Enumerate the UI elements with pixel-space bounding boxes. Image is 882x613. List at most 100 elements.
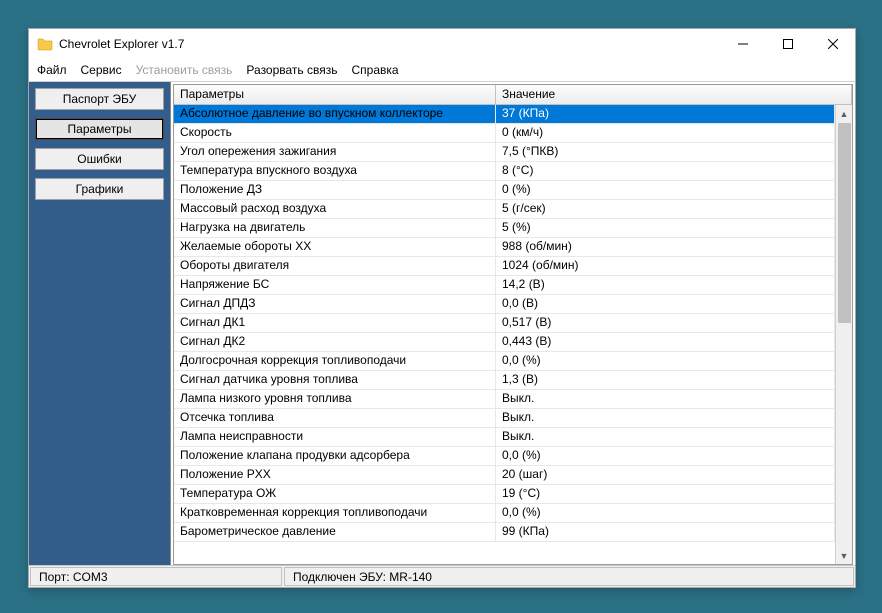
grid-header: Параметры Значение bbox=[174, 85, 852, 105]
cell-value: 7,5 (°ПКВ) bbox=[496, 143, 835, 161]
cell-param: Температура ОЖ bbox=[174, 485, 496, 503]
cell-value: 0,443 (В) bbox=[496, 333, 835, 351]
table-row[interactable]: Сигнал ДК20,443 (В) bbox=[174, 333, 835, 352]
table-row[interactable]: Сигнал ДК10,517 (В) bbox=[174, 314, 835, 333]
cell-param: Кратковременная коррекция топливоподачи bbox=[174, 504, 496, 522]
cell-value: 0,0 (%) bbox=[496, 504, 835, 522]
cell-value: 14,2 (В) bbox=[496, 276, 835, 294]
cell-param: Обороты двигателя bbox=[174, 257, 496, 275]
table-row[interactable]: Сигнал ДПДЗ0,0 (В) bbox=[174, 295, 835, 314]
cell-param: Желаемые обороты XX bbox=[174, 238, 496, 256]
cell-param: Положение ДЗ bbox=[174, 181, 496, 199]
cell-param: Сигнал ДПДЗ bbox=[174, 295, 496, 313]
cell-param: Барометрическое давление bbox=[174, 523, 496, 541]
cell-value: 99 (КПа) bbox=[496, 523, 835, 541]
menu-connect[interactable]: Установить связь bbox=[136, 63, 233, 77]
cell-value: Выкл. bbox=[496, 390, 835, 408]
cell-param: Долгосрочная коррекция топливоподачи bbox=[174, 352, 496, 370]
sidebar-charts-button[interactable]: Графики bbox=[35, 178, 164, 200]
table-row[interactable]: Лампа низкого уровня топливаВыкл. bbox=[174, 390, 835, 409]
cell-param: Положение РXX bbox=[174, 466, 496, 484]
close-button[interactable] bbox=[810, 29, 855, 59]
cell-value: 20 (шаг) bbox=[496, 466, 835, 484]
sidebar-passport-button[interactable]: Паспорт ЭБУ bbox=[35, 88, 164, 110]
main-panel: Параметры Значение Абсолютное давление в… bbox=[171, 82, 855, 565]
title-bar[interactable]: Chevrolet Explorer v1.7 bbox=[29, 29, 855, 59]
folder-icon bbox=[37, 36, 53, 52]
cell-param: Лампа низкого уровня топлива bbox=[174, 390, 496, 408]
table-row[interactable]: Долгосрочная коррекция топливоподачи0,0 … bbox=[174, 352, 835, 371]
table-row[interactable]: Положение клапана продувки адсорбера0,0 … bbox=[174, 447, 835, 466]
grid-body[interactable]: Абсолютное давление во впускном коллекто… bbox=[174, 105, 835, 564]
menu-disconnect[interactable]: Разорвать связь bbox=[246, 63, 337, 77]
status-port: Порт: COM3 bbox=[30, 567, 282, 586]
cell-param: Абсолютное давление во впускном коллекто… bbox=[174, 105, 496, 123]
cell-param: Лампа неисправности bbox=[174, 428, 496, 446]
table-row[interactable]: Напряжение БС14,2 (В) bbox=[174, 276, 835, 295]
cell-value: 1,3 (В) bbox=[496, 371, 835, 389]
table-row[interactable]: Скорость0 (км/ч) bbox=[174, 124, 835, 143]
table-row[interactable]: Положение РXX20 (шаг) bbox=[174, 466, 835, 485]
cell-value: 5 (г/сек) bbox=[496, 200, 835, 218]
table-row[interactable]: Барометрическое давление99 (КПа) bbox=[174, 523, 835, 542]
cell-value: 37 (КПа) bbox=[496, 105, 835, 123]
cell-param: Положение клапана продувки адсорбера bbox=[174, 447, 496, 465]
table-row[interactable]: Лампа неисправностиВыкл. bbox=[174, 428, 835, 447]
window-title: Chevrolet Explorer v1.7 bbox=[59, 37, 184, 51]
cell-value: 1024 (об/мин) bbox=[496, 257, 835, 275]
cell-param: Угол опережения зажигания bbox=[174, 143, 496, 161]
table-row[interactable]: Кратковременная коррекция топливоподачи0… bbox=[174, 504, 835, 523]
client-area: Паспорт ЭБУ Параметры Ошибки Графики Пар… bbox=[29, 81, 855, 565]
table-row[interactable]: Сигнал датчика уровня топлива1,3 (В) bbox=[174, 371, 835, 390]
sidebar-errors-button[interactable]: Ошибки bbox=[35, 148, 164, 170]
cell-param: Массовый расход воздуха bbox=[174, 200, 496, 218]
cell-value: Выкл. bbox=[496, 428, 835, 446]
scroll-up-button[interactable]: ▲ bbox=[836, 105, 852, 122]
cell-value: 0 (%) bbox=[496, 181, 835, 199]
cell-value: 5 (%) bbox=[496, 219, 835, 237]
cell-param: Сигнал датчика уровня топлива bbox=[174, 371, 496, 389]
maximize-button[interactable] bbox=[765, 29, 810, 59]
minimize-button[interactable] bbox=[720, 29, 765, 59]
menu-bar: Файл Сервис Установить связь Разорвать с… bbox=[29, 59, 855, 81]
table-row[interactable]: Абсолютное давление во впускном коллекто… bbox=[174, 105, 835, 124]
sidebar: Паспорт ЭБУ Параметры Ошибки Графики bbox=[29, 82, 171, 565]
table-row[interactable]: Температура ОЖ19 (°C) bbox=[174, 485, 835, 504]
cell-param: Сигнал ДК2 bbox=[174, 333, 496, 351]
scroll-down-button[interactable]: ▼ bbox=[836, 547, 852, 564]
menu-help[interactable]: Справка bbox=[352, 63, 399, 77]
cell-param: Отсечка топлива bbox=[174, 409, 496, 427]
column-header-param[interactable]: Параметры bbox=[174, 85, 496, 104]
table-row[interactable]: Массовый расход воздуха5 (г/сек) bbox=[174, 200, 835, 219]
cell-value: 0,0 (%) bbox=[496, 352, 835, 370]
table-row[interactable]: Желаемые обороты XX988 (об/мин) bbox=[174, 238, 835, 257]
table-row[interactable]: Отсечка топливаВыкл. bbox=[174, 409, 835, 428]
vertical-scrollbar[interactable]: ▲ ▼ bbox=[835, 105, 852, 564]
table-row[interactable]: Угол опережения зажигания7,5 (°ПКВ) bbox=[174, 143, 835, 162]
cell-value: 0,0 (В) bbox=[496, 295, 835, 313]
cell-param: Температура впускного воздуха bbox=[174, 162, 496, 180]
cell-param: Сигнал ДК1 bbox=[174, 314, 496, 332]
cell-value: 0,0 (%) bbox=[496, 447, 835, 465]
cell-value: 8 (°C) bbox=[496, 162, 835, 180]
status-bar: Порт: COM3 Подключен ЭБУ: MR-140 bbox=[29, 565, 855, 587]
cell-value: Выкл. bbox=[496, 409, 835, 427]
main-window: Chevrolet Explorer v1.7 Файл Сервис Уста… bbox=[28, 28, 856, 588]
scroll-thumb[interactable] bbox=[838, 123, 851, 323]
column-header-value[interactable]: Значение bbox=[496, 85, 852, 104]
cell-param: Скорость bbox=[174, 124, 496, 142]
status-connection: Подключен ЭБУ: MR-140 bbox=[284, 567, 854, 586]
table-row[interactable]: Нагрузка на двигатель5 (%) bbox=[174, 219, 835, 238]
table-row[interactable]: Положение ДЗ0 (%) bbox=[174, 181, 835, 200]
sidebar-parameters-button[interactable]: Параметры bbox=[35, 118, 164, 140]
menu-file[interactable]: Файл bbox=[37, 63, 67, 77]
cell-param: Нагрузка на двигатель bbox=[174, 219, 496, 237]
cell-value: 988 (об/мин) bbox=[496, 238, 835, 256]
parameters-grid: Параметры Значение Абсолютное давление в… bbox=[173, 84, 853, 565]
cell-param: Напряжение БС bbox=[174, 276, 496, 294]
menu-service[interactable]: Сервис bbox=[81, 63, 122, 77]
cell-value: 0,517 (В) bbox=[496, 314, 835, 332]
cell-value: 0 (км/ч) bbox=[496, 124, 835, 142]
table-row[interactable]: Температура впускного воздуха8 (°C) bbox=[174, 162, 835, 181]
table-row[interactable]: Обороты двигателя1024 (об/мин) bbox=[174, 257, 835, 276]
